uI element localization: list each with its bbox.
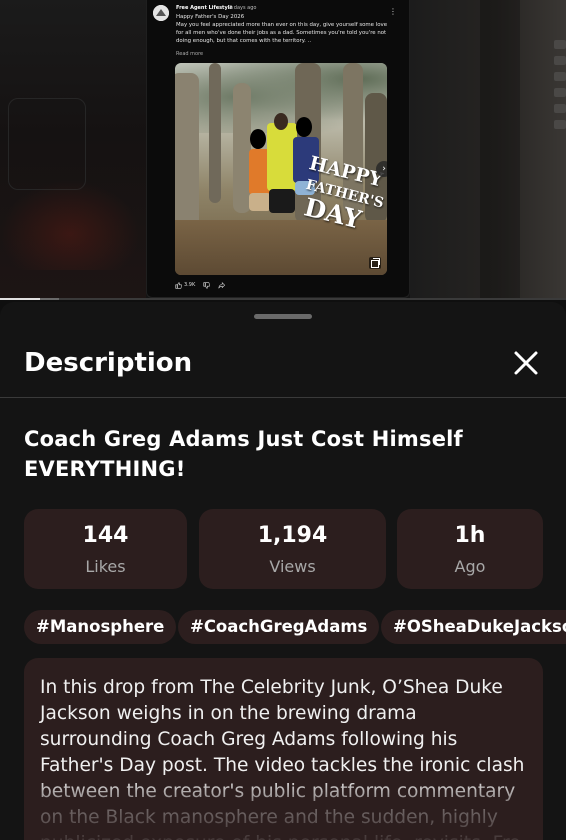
next-image-button[interactable]: › <box>376 161 387 177</box>
drag-handle[interactable] <box>254 314 312 319</box>
age-label: Ago <box>454 557 486 576</box>
description-box[interactable]: In this drop from The Celebrity Junk, O’… <box>24 658 543 840</box>
post-text: Happy Father's Day 2026 May you feel app… <box>176 14 388 44</box>
channel-avatar <box>153 5 169 21</box>
thumb-down-icon <box>203 281 211 289</box>
read-more-link[interactable]: Read more <box>176 51 203 57</box>
hashtag-chip[interactable]: #Manosphere <box>24 610 177 644</box>
post-time: 2 days ago <box>229 5 257 11</box>
likes-label: Likes <box>85 557 126 576</box>
close-icon <box>514 351 538 375</box>
post-image: HAPPY FATHER'S DAY › <box>175 63 387 275</box>
description-fade <box>24 776 543 840</box>
description-sheet: Description Coach Greg Adams Just Cost H… <box>0 302 566 840</box>
stats-row: 144 Likes 1,194 Views 1h Ago <box>24 509 566 589</box>
likes-stat: 144 Likes <box>24 509 187 589</box>
post-dislike-button[interactable] <box>203 281 211 289</box>
views-label: Views <box>269 557 316 576</box>
hashtag-chip[interactable]: #CoachGregAdams <box>178 610 380 644</box>
age-stat: 1h Ago <box>397 509 543 589</box>
sheet-title: Description <box>24 348 193 378</box>
video-progress-bar[interactable] <box>0 298 566 300</box>
share-icon <box>218 281 226 288</box>
close-button[interactable] <box>509 346 543 380</box>
progress-buffered <box>39 298 60 300</box>
community-post-card: Free Agent Lifestyle 2 days ago ⋮ Happy … <box>146 0 410 298</box>
likes-count: 144 <box>82 523 129 548</box>
thumb-up-icon <box>175 281 182 289</box>
post-share-button[interactable] <box>218 281 226 289</box>
post-like-count: 3.9K <box>184 282 196 288</box>
views-stat: 1,194 Views <box>199 509 386 589</box>
video-frame-right <box>410 0 566 300</box>
video-frame-left <box>0 0 146 300</box>
post-like-button[interactable]: 3.9K <box>175 281 196 289</box>
video-player[interactable]: Free Agent Lifestyle 2 days ago ⋮ Happy … <box>0 0 566 300</box>
hashtag-chip[interactable]: #OSheaDukeJackson <box>381 610 566 644</box>
video-title: Coach Greg Adams Just Cost Himself EVERY… <box>24 427 463 481</box>
views-count: 1,194 <box>257 523 328 548</box>
post-channel-name: Free Agent Lifestyle <box>176 5 233 11</box>
multi-image-icon <box>369 257 381 269</box>
post-actions: 3.9K <box>175 280 226 290</box>
age-value: 1h <box>454 523 486 548</box>
progress-played <box>0 298 40 300</box>
sheet-header: Description <box>0 330 566 398</box>
